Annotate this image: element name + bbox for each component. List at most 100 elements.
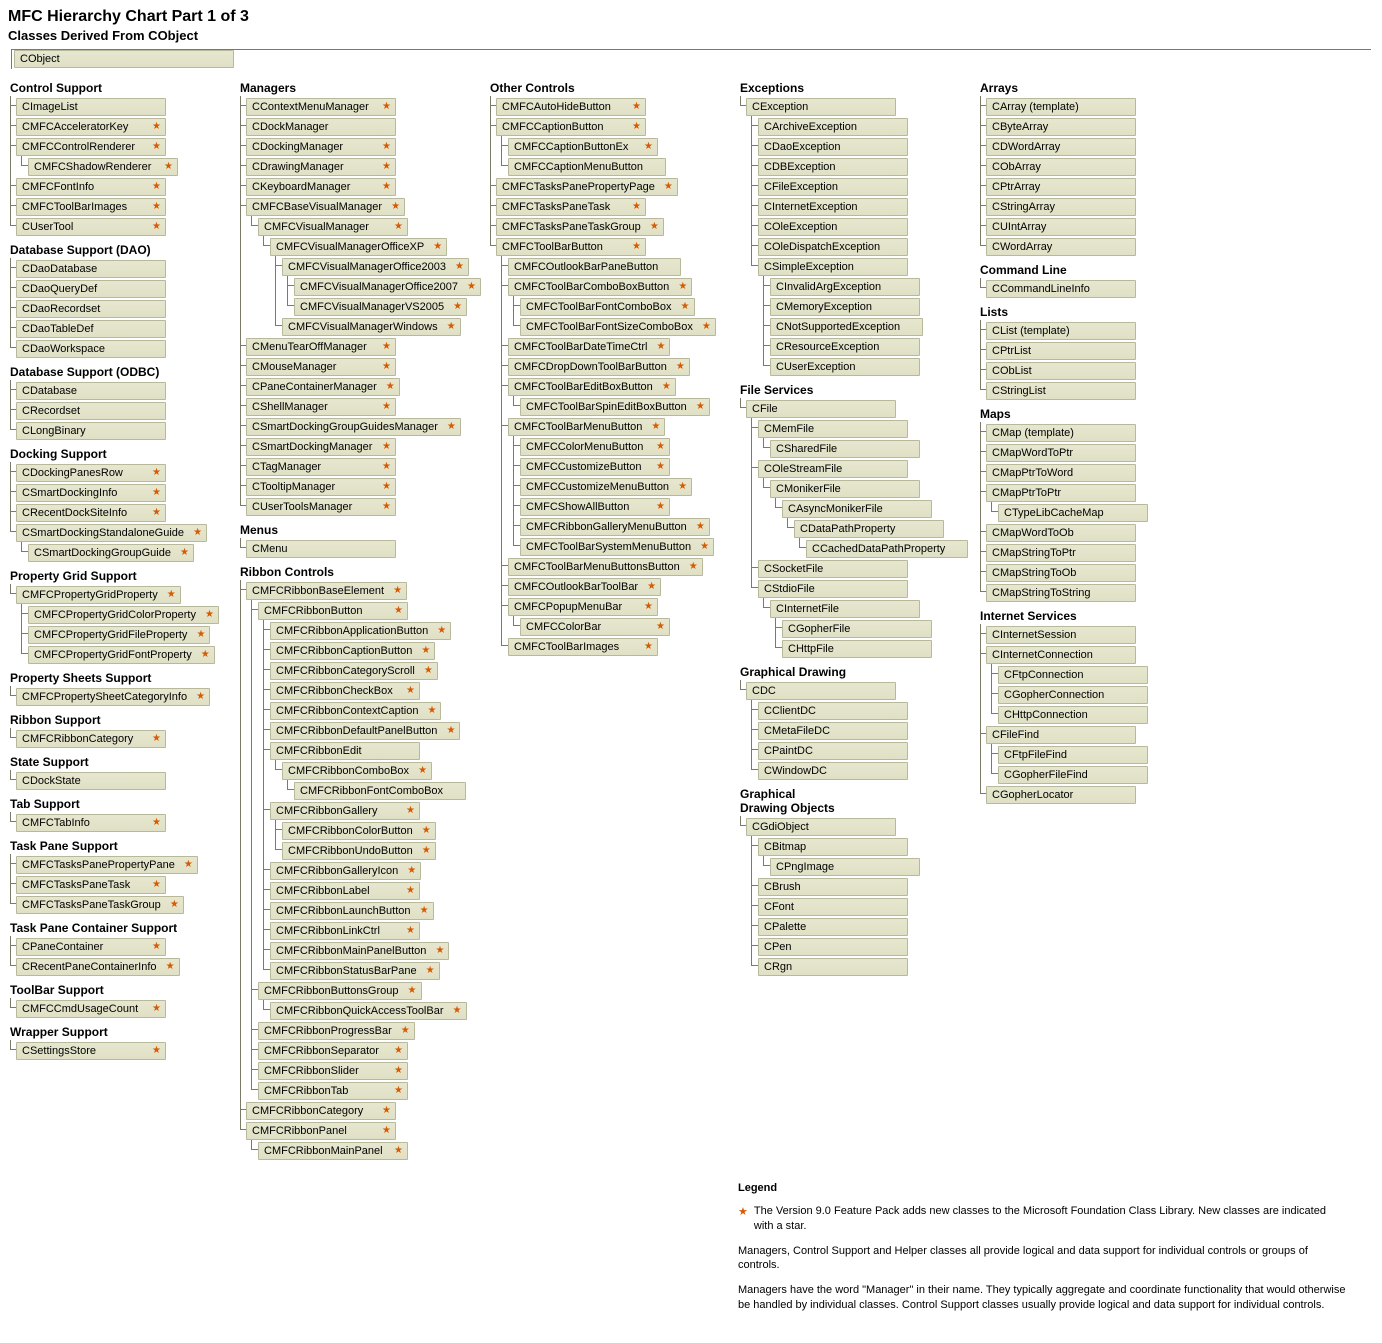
class-node: CMapPtrToPtr [986, 484, 1136, 502]
section-heading: Database Support (DAO) [10, 243, 220, 257]
class-node: CMFCRibbonLaunchButton [270, 902, 434, 920]
class-node: CDockingPanesRow [16, 464, 166, 482]
class-node: CByteArray [986, 118, 1136, 136]
class-node: CMapStringToPtr [986, 544, 1136, 562]
class-node: CMFCAutoHideButton [496, 98, 646, 116]
class-node: CGopherConnection [998, 686, 1148, 704]
class-node: CMFCToolBarDateTimeCtrl [508, 338, 670, 356]
class-node: CMFCRibbonCategory [246, 1102, 396, 1120]
section-heading: Other Controls [490, 81, 720, 95]
legend-p2: Managers, Control Support and Helper cla… [738, 1244, 1348, 1274]
class-node: CMFCShadowRenderer [28, 158, 178, 176]
class-node: CPen [758, 938, 908, 956]
class-node: CMFCRibbonCategoryScroll [270, 662, 438, 680]
class-node: COleException [758, 218, 908, 236]
class-node: CPaneContainer [16, 938, 166, 956]
class-node: CDaoException [758, 138, 908, 156]
class-node: CMFCTasksPaneTask [16, 876, 166, 894]
root-class-row: CObject [8, 49, 1374, 69]
class-node: CMFCCaptionButtonEx [508, 138, 658, 156]
class-node: CMFCPopupMenuBar [508, 598, 658, 616]
class-node: CFtpFileFind [998, 746, 1148, 764]
class-node: CMFCVisualManager [258, 218, 408, 236]
class-node: CMapWordToOb [986, 524, 1136, 542]
class-node: CMFCTabInfo [16, 814, 166, 832]
section-heading: Property Grid Support [10, 569, 220, 583]
class-node: CMapStringToOb [986, 564, 1136, 582]
class-node: CMFCRibbonApplicationButton [270, 622, 451, 640]
class-node: CMFCDropDownToolBarButton [508, 358, 690, 376]
section-heading: File Services [740, 383, 960, 397]
class-node: CMouseManager [246, 358, 396, 376]
section-heading: Maps [980, 407, 1348, 421]
class-node: CResourceException [770, 338, 920, 356]
class-node: CGdiObject [746, 818, 896, 836]
class-node: CPtrArray [986, 178, 1136, 196]
class-node: CMFCColorMenuButton [520, 438, 670, 456]
class-node: CPaintDC [758, 742, 908, 760]
class-node: CMFCVisualManagerOfficeXP [270, 238, 447, 256]
class-node: COleStreamFile [758, 460, 908, 478]
class-node: CFileException [758, 178, 908, 196]
legend-heading: Legend [738, 1181, 1348, 1196]
class-node: CMFCAcceleratorKey [16, 118, 166, 136]
class-node: CSmartDockingStandaloneGuide [16, 524, 207, 542]
class-node: CMFCBaseVisualManager [246, 198, 405, 216]
class-node: CMFCOutlookBarToolBar [508, 578, 661, 596]
class-node: CMFCRibbonDefaultPanelButton [270, 722, 460, 740]
class-node: CSocketFile [758, 560, 908, 578]
class-node: CMFCOutlookBarPaneButton [508, 258, 681, 276]
section-heading: Control Support [10, 81, 220, 95]
class-node: CMFCRibbonCheckBox [270, 682, 420, 700]
class-node: CNotSupportedException [770, 318, 923, 336]
class-node: CDrawingManager [246, 158, 396, 176]
legend-p3: Managers have the word "Manager" in thei… [738, 1283, 1348, 1313]
section-heading: GraphicalDrawing Objects [740, 787, 960, 815]
class-node: CGopherFileFind [998, 766, 1148, 784]
class-node: CInternetFile [770, 600, 920, 618]
class-node: CInternetSession [986, 626, 1136, 644]
class-node: CMapStringToString [986, 584, 1136, 602]
class-node: CMFCCustomizeMenuButton [520, 478, 692, 496]
class-node: CRecentDockSiteInfo [16, 504, 166, 522]
class-node: CMap (template) [986, 424, 1136, 442]
class-node: CMFCVisualManagerWindows [282, 318, 461, 336]
class-node: CUIntArray [986, 218, 1136, 236]
class-node: CFile [746, 400, 896, 418]
class-node: CDaoTableDef [16, 320, 166, 338]
class-node: CWordArray [986, 238, 1136, 256]
class-node: CMenu [246, 540, 396, 558]
class-node: CMFCShowAllButton [520, 498, 670, 516]
class-node: CObList [986, 362, 1136, 380]
section-heading: Wrapper Support [10, 1025, 220, 1039]
class-node: CGopherLocator [986, 786, 1136, 804]
class-node: CFont [758, 898, 908, 916]
class-node: CMFCRibbonCaptionButton [270, 642, 435, 660]
class-node: CArchiveException [758, 118, 908, 136]
class-node: CMFCRibbonBaseElement [246, 582, 407, 600]
section-heading: Command Line [980, 263, 1348, 277]
class-node: CInternetConnection [986, 646, 1136, 664]
class-node: CObArray [986, 158, 1136, 176]
class-node: CMFCToolBarSystemMenuButton [520, 538, 714, 556]
class-node: CImageList [16, 98, 166, 116]
class-node: CFtpConnection [998, 666, 1148, 684]
class-node: CMFCRibbonComboBox [282, 762, 432, 780]
class-node: CMFCControlRenderer [16, 138, 166, 156]
section-heading: Task Pane Container Support [10, 921, 220, 935]
class-node: CPtrList [986, 342, 1136, 360]
class-node: CMFCPropertyGridFontProperty [28, 646, 215, 664]
class-node: CHttpConnection [998, 706, 1148, 724]
class-node: CMemoryException [770, 298, 920, 316]
section-heading: Task Pane Support [10, 839, 220, 853]
class-node: CWindowDC [758, 762, 908, 780]
class-node: CTypeLibCacheMap [998, 504, 1148, 522]
class-node: CFileFind [986, 726, 1136, 744]
section-heading: Internet Services [980, 609, 1348, 623]
section-heading: Lists [980, 305, 1348, 319]
class-node: CDockState [16, 772, 166, 790]
class-node: COleDispatchException [758, 238, 908, 256]
class-node: CMFCCustomizeButton [520, 458, 670, 476]
class-node: CSettingsStore [16, 1042, 166, 1060]
class-node: CContextMenuManager [246, 98, 396, 116]
